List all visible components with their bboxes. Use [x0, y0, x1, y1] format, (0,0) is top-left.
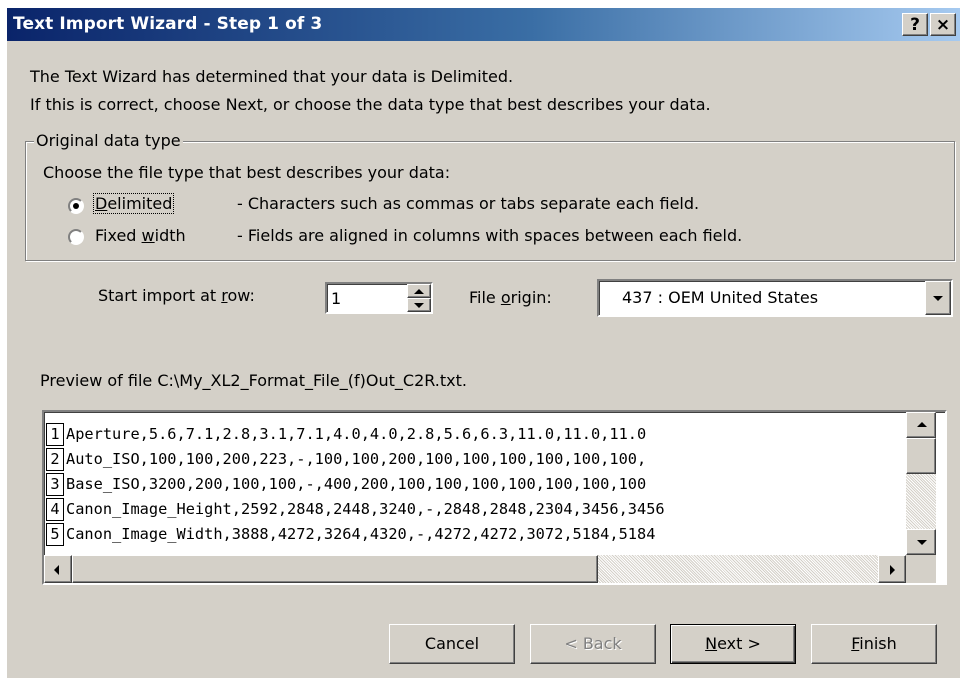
scroll-down-button[interactable]: [906, 529, 936, 555]
fixed-width-radio[interactable]: [68, 229, 84, 245]
scroll-left-button[interactable]: [44, 555, 72, 583]
preview-lines: 1 Aperture,5.6,7.1,2.8,3.1,7.1,4.0,4.0,2.…: [46, 422, 665, 547]
help-button[interactable]: ?: [902, 13, 928, 36]
close-button[interactable]: ×: [930, 13, 956, 36]
delimited-label[interactable]: Delimited: [92, 193, 175, 214]
preview-line: 5 Canon_Image_Width,3888,4272,3264,4320,-…: [46, 522, 665, 547]
radio-selected-dot: [73, 203, 79, 209]
spin-down-button[interactable]: [407, 298, 431, 312]
finish-button[interactable]: Finish: [811, 624, 937, 664]
line-text: Aperture,5.6,7.1,2.8,3.1,7.1,4.0,4.0,2.8…: [66, 425, 647, 443]
file-origin-dropdown-button[interactable]: [925, 281, 951, 315]
vertical-scrollbar[interactable]: [906, 412, 936, 555]
delimited-radio[interactable]: [68, 198, 84, 214]
arrow-up-icon: [917, 422, 927, 427]
fixed-width-description: - Fields are aligned in columns with spa…: [237, 226, 743, 245]
file-origin-value: 437 : OEM United States: [622, 288, 819, 307]
next-button[interactable]: Next >: [670, 624, 796, 664]
horizontal-scroll-thumb[interactable]: [72, 555, 598, 583]
window-title: Text Import Wizard - Step 1 of 3: [13, 14, 323, 34]
arrow-down-icon: [917, 540, 927, 545]
preview-line: 2 Auto_ISO,100,100,200,223,-,100,100,200,…: [46, 447, 665, 472]
file-origin-select[interactable]: 437 : OEM United States: [597, 279, 953, 317]
spin-up-button[interactable]: [407, 284, 431, 298]
arrow-left-icon: [54, 565, 59, 575]
delimited-description: - Characters such as commas or tabs sepa…: [237, 194, 700, 213]
line-number: 3: [46, 473, 64, 496]
preview-label: Preview of file C:\My_XL2_Format_File_(f…: [40, 371, 467, 390]
line-text: Auto_ISO,100,100,200,223,-,100,100,200,1…: [66, 450, 647, 468]
preview-line: 1 Aperture,5.6,7.1,2.8,3.1,7.1,4.0,4.0,2.…: [46, 422, 665, 447]
line-number: 4: [46, 498, 64, 521]
horizontal-scrollbar[interactable]: [44, 555, 906, 583]
title-bar[interactable]: Text Import Wizard - Step 1 of 3 ? ×: [7, 8, 960, 41]
scroll-corner: [906, 555, 936, 583]
preview-viewport: 1 Aperture,5.6,7.1,2.8,3.1,7.1,4.0,4.0,2.…: [44, 412, 906, 555]
fixed-width-label[interactable]: Fixed width: [95, 226, 186, 245]
line-number: 1: [46, 423, 64, 446]
line-text: Canon_Image_Width,3888,4272,3264,4320,-,…: [66, 525, 656, 543]
chevron-down-icon: [933, 296, 943, 301]
preview-pane[interactable]: 1 Aperture,5.6,7.1,2.8,3.1,7.1,4.0,4.0,2.…: [42, 410, 947, 585]
line-text: Base_ISO,3200,200,100,100,-,400,200,100,…: [66, 475, 647, 493]
vertical-scroll-thumb[interactable]: [906, 438, 936, 474]
preview-line: 3 Base_ISO,3200,200,100,100,-,400,200,100…: [46, 472, 665, 497]
file-origin-label: File origin:: [469, 288, 552, 307]
intro-line-1: The Text Wizard has determined that your…: [30, 67, 514, 86]
line-number: 5: [46, 523, 64, 546]
scroll-up-button[interactable]: [906, 412, 936, 438]
back-button[interactable]: < Back: [530, 624, 656, 664]
start-row-spinner[interactable]: 1: [325, 282, 433, 314]
group-legend: Original data type: [34, 131, 183, 150]
text-import-wizard-dialog: Text Import Wizard - Step 1 of 3 ? × The…: [7, 8, 960, 678]
arrow-right-icon: [890, 565, 895, 575]
arrow-up-icon: [414, 289, 424, 294]
cancel-button[interactable]: Cancel: [389, 624, 515, 664]
scroll-right-button[interactable]: [878, 555, 906, 583]
preview-line: 4 Canon_Image_Height,2592,2848,2448,3240,…: [46, 497, 665, 522]
line-text: Canon_Image_Height,2592,2848,2448,3240,-…: [66, 500, 665, 518]
line-number: 2: [46, 448, 64, 471]
arrow-down-icon: [414, 303, 424, 308]
intro-line-2: If this is correct, choose Next, or choo…: [30, 95, 711, 114]
start-row-label: Start import at row:: [98, 286, 255, 305]
group-prompt: Choose the file type that best describes…: [43, 163, 451, 182]
start-row-value[interactable]: 1: [331, 289, 341, 308]
